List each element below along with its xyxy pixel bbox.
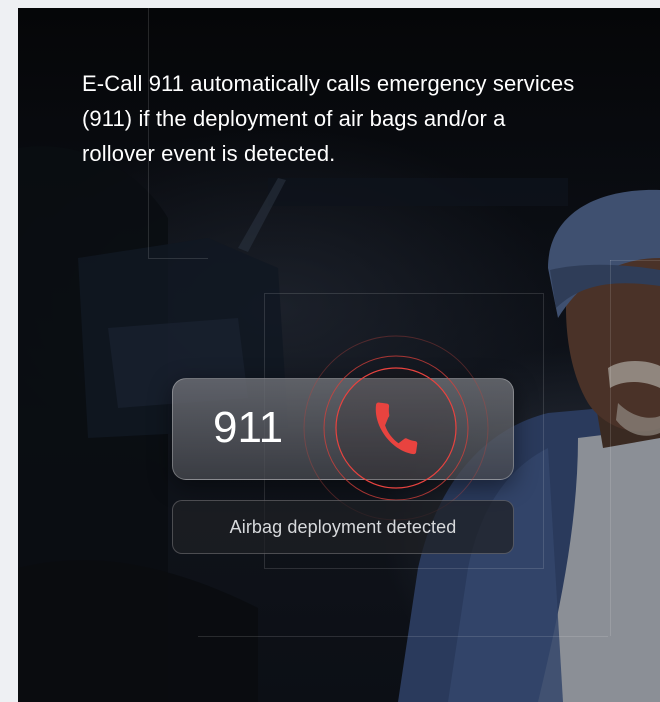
decorative-frame-line: [610, 260, 660, 261]
status-message: Airbag deployment detected: [229, 516, 457, 537]
call-number: 911: [213, 403, 284, 452]
status-card: Airbag deployment detected: [172, 500, 514, 554]
ecall-description: E-Call 911 automatically calls emergency…: [82, 71, 575, 166]
decorative-frame-line: [610, 260, 611, 636]
emergency-call-card: 911: [172, 378, 514, 480]
decorative-frame-line: [198, 636, 608, 637]
ecall-hero-section: E-Call 911 automatically calls emergency…: [18, 8, 660, 702]
decorative-frame-line: [148, 258, 208, 259]
